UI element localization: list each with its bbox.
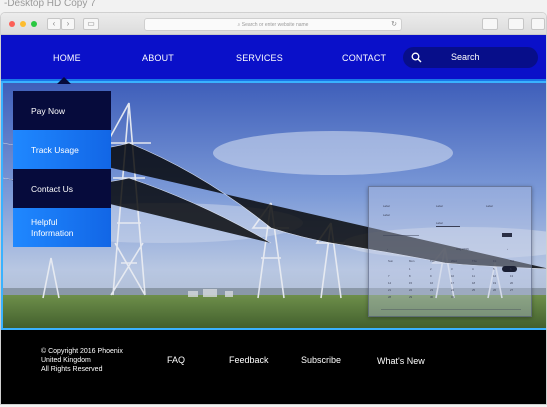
weekday-label: Thu <box>472 259 477 263</box>
search-icon: ⌕ <box>237 22 241 28</box>
menu-item-pay-now[interactable]: Pay Now <box>13 91 111 130</box>
share-icon[interactable] <box>482 18 498 30</box>
nav-home-link[interactable]: HOME <box>53 53 81 63</box>
calendar-day[interactable]: 29 <box>409 295 412 299</box>
artboard-title: -Desktop HD Copy 7 <box>4 0 96 9</box>
nav-contact-link[interactable]: CONTACT <box>342 53 386 63</box>
search-input[interactable]: Search <box>403 47 538 68</box>
calendar-day[interactable]: 4 <box>472 267 474 271</box>
back-button[interactable]: ‹ <box>47 18 61 30</box>
widget-label: Label <box>436 221 443 225</box>
calendar-day[interactable]: 20 <box>510 281 513 285</box>
close-window-button[interactable] <box>9 21 15 27</box>
input-underline <box>383 235 419 236</box>
calendar-day[interactable]: 16 <box>430 281 433 285</box>
calendar-day[interactable]: 14 <box>388 281 391 285</box>
widget-divider <box>381 309 521 310</box>
footer-whats-new-link[interactable]: What's New <box>377 356 425 366</box>
calendar-day[interactable]: 5 <box>493 267 495 271</box>
footer-subscribe-link[interactable]: Subscribe <box>301 355 341 365</box>
calendar-day[interactable]: 19 <box>493 281 496 285</box>
calendar-day[interactable]: 27 <box>510 288 513 292</box>
search-icon <box>411 52 422 63</box>
site-footer: © Copyright 2016 Phoenix United Kingdom … <box>1 330 546 404</box>
menu-item-track-usage[interactable]: Track Usage <box>13 130 111 169</box>
weekday-label: Sun <box>388 259 393 263</box>
calendar-day[interactable]: 6 <box>510 267 512 271</box>
nav-services-link[interactable]: SERVICES <box>236 53 283 63</box>
calendar-day[interactable]: 8 <box>409 274 411 278</box>
calendar-day[interactable]: 25 <box>472 288 475 292</box>
widget-label: Label <box>436 204 443 208</box>
calendar-day[interactable]: 13 <box>510 274 513 278</box>
calendar-day[interactable]: 17 <box>451 281 454 285</box>
minimize-window-button[interactable] <box>20 21 26 27</box>
calendar-day[interactable]: 12 <box>493 274 496 278</box>
calendar-day[interactable]: 18 <box>472 281 475 285</box>
calendar-day[interactable]: 28 <box>388 295 391 299</box>
calendar-day[interactable]: 2 <box>430 267 432 271</box>
calendar-day[interactable]: 24 <box>451 288 454 292</box>
calendar-day[interactable]: 9 <box>430 274 432 278</box>
browser-toolbar: ‹ › ▭ ⌕ Search or enter website name ↻ <box>1 13 546 35</box>
site-navigation: HOME ABOUT SERVICES CONTACT Search <box>1 35 546 81</box>
weekday-label: Sat <box>510 259 515 263</box>
search-placeholder: Search <box>451 52 480 62</box>
widget-button[interactable] <box>502 233 512 237</box>
forward-button[interactable]: › <box>61 18 75 30</box>
weekday-label: Tue <box>430 259 435 263</box>
calendar-day[interactable]: 10 <box>451 274 454 278</box>
calendar-day[interactable]: 22 <box>409 288 412 292</box>
calendar-day[interactable]: 7 <box>388 274 390 278</box>
calendar-day[interactable]: 3 <box>451 267 453 271</box>
calendar-day[interactable]: 23 <box>430 288 433 292</box>
browser-window: ‹ › ▭ ⌕ Search or enter website name ↻ H… <box>0 12 547 405</box>
calendar-prev-icon[interactable]: ‹ <box>387 247 388 251</box>
calendar-day[interactable]: 31 <box>451 295 454 299</box>
calendar-day[interactable]: 15 <box>409 281 412 285</box>
widget-label: Label <box>383 213 390 217</box>
calendar-day[interactable]: 30 <box>430 295 433 299</box>
widget-label: Label <box>486 204 493 208</box>
calendar-widget[interactable]: Label Label Label Label Label ‹ Aug 2016… <box>368 186 532 317</box>
address-bar-placeholder: Search or enter website name <box>241 22 309 28</box>
widget-label: Label <box>383 204 390 208</box>
input-underline <box>436 226 460 227</box>
address-bar[interactable]: ⌕ Search or enter website name ↻ <box>144 18 402 31</box>
menu-item-contact-us[interactable]: Contact Us <box>13 169 111 208</box>
footer-faq-link[interactable]: FAQ <box>167 355 185 365</box>
reload-icon[interactable]: ↻ <box>391 19 397 31</box>
calendar-day[interactable]: 26 <box>493 288 496 292</box>
tabs-icon[interactable] <box>508 18 524 30</box>
calendar-day[interactable]: 11 <box>472 274 475 278</box>
maximize-window-button[interactable] <box>31 21 37 27</box>
nav-about-link[interactable]: ABOUT <box>142 53 174 63</box>
menu-item-helpful-information[interactable]: Helpful Information <box>13 208 111 247</box>
weekday-label: Fri <box>493 259 497 263</box>
sidebar-toggle-icon[interactable]: ▭ <box>83 18 99 30</box>
copyright-text: © Copyright 2016 Phoenix United Kingdom … <box>41 348 123 373</box>
footer-feedback-link[interactable]: Feedback <box>229 355 269 365</box>
calendar-month-title: Aug 2016 <box>456 247 469 251</box>
new-tab-icon[interactable] <box>531 18 545 30</box>
dropdown-pointer <box>57 77 71 84</box>
calendar-day[interactable]: 21 <box>388 288 391 292</box>
weekday-label: Mon <box>409 259 415 263</box>
calendar-next-icon[interactable]: › <box>507 247 508 251</box>
calendar-day[interactable]: 1 <box>409 267 411 271</box>
nav-dropdown-menu: Pay Now Track Usage Contact Us Helpful I… <box>13 91 111 247</box>
weekday-label: Wed <box>451 259 457 263</box>
